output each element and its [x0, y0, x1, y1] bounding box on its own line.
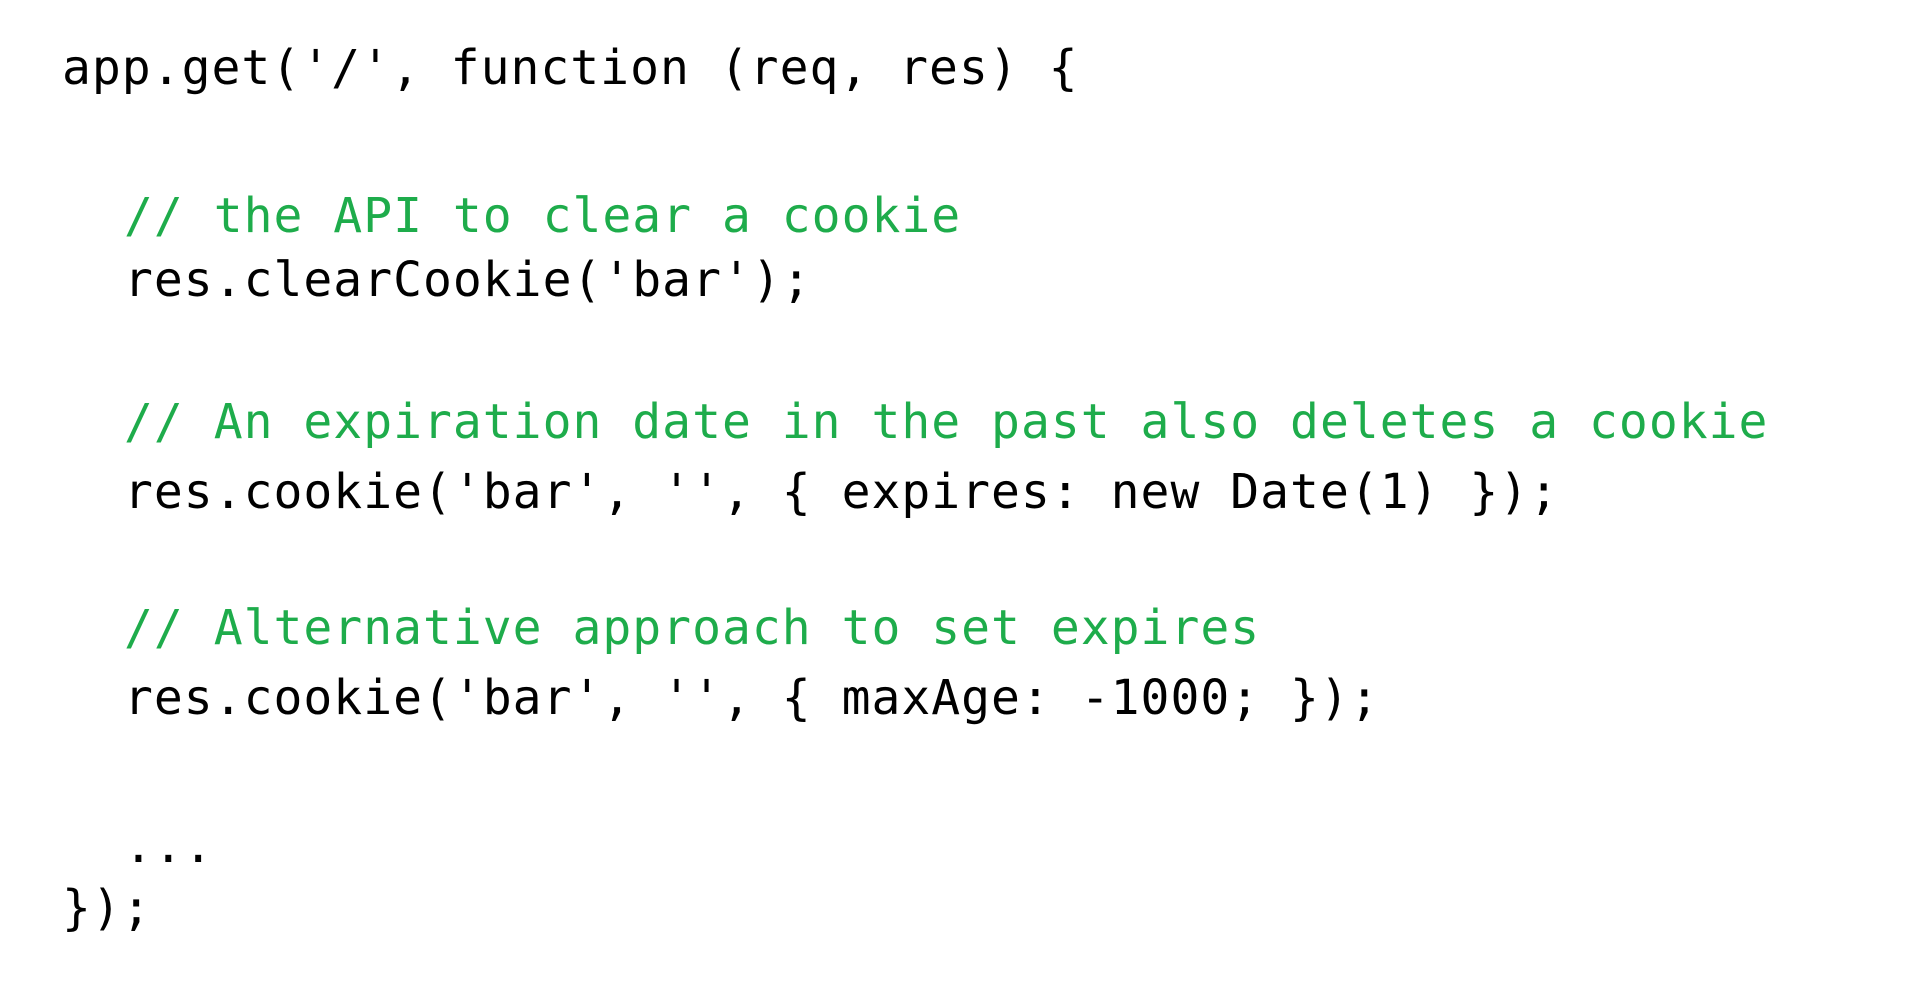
- code-line-clear-cookie: res.clearCookie('bar');: [124, 252, 812, 308]
- code-line-closing: });: [62, 880, 152, 936]
- page: app.get('/', function (req, res) { // th…: [0, 0, 1920, 1000]
- code-line-route: app.get('/', function (req, res) {: [62, 40, 1079, 96]
- comment-clear-cookie: // the API to clear a cookie: [124, 188, 962, 244]
- code-line-ellipsis: ...: [124, 818, 214, 874]
- code-line-expires: res.cookie('bar', '', { expires: new Dat…: [124, 464, 1560, 520]
- comment-alternative-approach: // Alternative approach to set expires: [124, 600, 1261, 656]
- comment-expiration-date: // An expiration date in the past also d…: [124, 394, 1769, 450]
- code-line-max-age: res.cookie('bar', '', { maxAge: -1000; }…: [124, 670, 1380, 726]
